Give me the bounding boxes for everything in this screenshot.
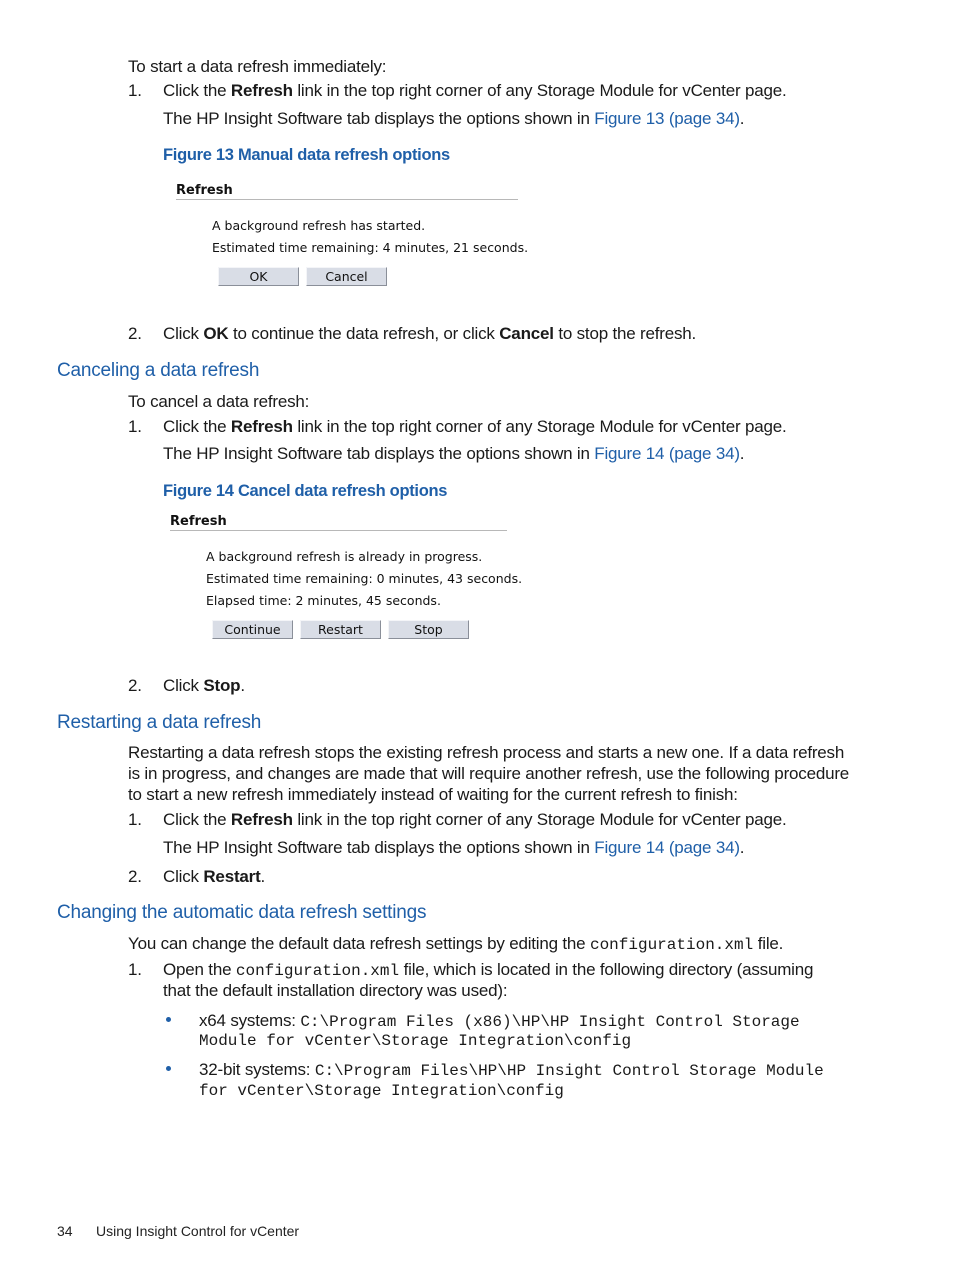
figure-14-link[interactable]: Figure 14 (page 34) [594, 444, 740, 463]
changing-step-1-line-2: that the default installation directory … [163, 981, 508, 1000]
restarting-step-1: 1. Click the Refresh link in the top rig… [128, 810, 787, 829]
figure-14-caption: Figure 14 Cancel data refresh options [163, 482, 448, 500]
config-filename: configuration.xml [235, 962, 400, 980]
changing-step-1: 1. Open the configuration.xml file, whic… [128, 960, 814, 980]
dialog-elapsed-line: Elapsed time: 2 minutes, 45 seconds. [206, 593, 441, 608]
canceling-step-1: 1. Click the Refresh link in the top rig… [128, 417, 787, 436]
changing-para: You can change the default data refresh … [128, 934, 784, 954]
path-code: C:\Program Files (x86)\HP\HP Insight Con… [300, 1013, 800, 1031]
restarting-para-line: is in progress, and changes are made tha… [128, 764, 850, 783]
restart-button[interactable]: Restart [300, 620, 381, 639]
bullet-label: 32-bit systems: [199, 1060, 315, 1079]
path-code: C:\Program Files\HP\HP Insight Control S… [314, 1062, 824, 1080]
dialog-status-line: A background refresh is already in progr… [206, 549, 483, 564]
canceling-step-2: 2. Click Stop. [128, 676, 245, 695]
dialog-title: Refresh [170, 514, 227, 529]
dialog-divider [170, 530, 507, 531]
ok-button[interactable]: OK [218, 267, 299, 286]
refresh-term: Refresh [230, 81, 293, 100]
figure-13-caption: Figure 13 Manual data refresh options [163, 146, 450, 164]
intro-step-1-note: The HP Insight Software tab displays the… [163, 109, 745, 128]
intro-step-2: 2. Click OK to continue the data refresh… [128, 324, 697, 343]
dialog-estimate-line: Estimated time remaining: 0 minutes, 43 … [206, 571, 523, 586]
restarting-heading: Restarting a data refresh [57, 712, 262, 733]
canceling-text: To cancel a data refresh: [128, 392, 310, 411]
bullet-label: x64 systems: [199, 1011, 301, 1030]
dialog-status-line: A background refresh has started. [212, 218, 426, 233]
bullet-icon [166, 1017, 171, 1022]
dialog-estimate-line: Estimated time remaining: 4 minutes, 21 … [212, 240, 529, 255]
canceling-heading: Canceling a data refresh [57, 360, 260, 381]
footer-title: Using Insight Control for vCenter [96, 1223, 300, 1239]
path-code: for vCenter\Storage Integration\config [199, 1082, 564, 1100]
config-filename: configuration.xml [589, 936, 754, 954]
figure-14-link[interactable]: Figure 14 (page 34) [594, 838, 740, 857]
changing-heading: Changing the automatic data refresh sett… [57, 902, 427, 923]
dialog-divider [176, 199, 518, 200]
restarting-para-line: Restarting a data refresh stops the exis… [128, 743, 845, 762]
path-code: Module for vCenter\Storage Integration\c… [199, 1032, 632, 1050]
stop-button[interactable]: Stop [388, 620, 469, 639]
intro-step-1: 1. Click the Refresh link in the top rig… [128, 81, 787, 100]
intro-text: To start a data refresh immediately: [128, 57, 387, 76]
page-number: 34 [57, 1223, 73, 1239]
figure-13-link[interactable]: Figure 13 (page 34) [594, 109, 740, 128]
bullet-icon [166, 1066, 171, 1071]
continue-button[interactable]: Continue [212, 620, 293, 639]
step-number: 1. [128, 81, 142, 100]
restarting-step-2: 2. Click Restart. [128, 867, 266, 886]
cancel-button[interactable]: Cancel [306, 267, 387, 286]
canceling-step-1-note: The HP Insight Software tab displays the… [163, 444, 745, 463]
dialog-title: Refresh [176, 183, 233, 198]
restarting-step-1-note: The HP Insight Software tab displays the… [163, 838, 745, 857]
restarting-para-line: to start a new refresh immediately inste… [128, 785, 738, 804]
